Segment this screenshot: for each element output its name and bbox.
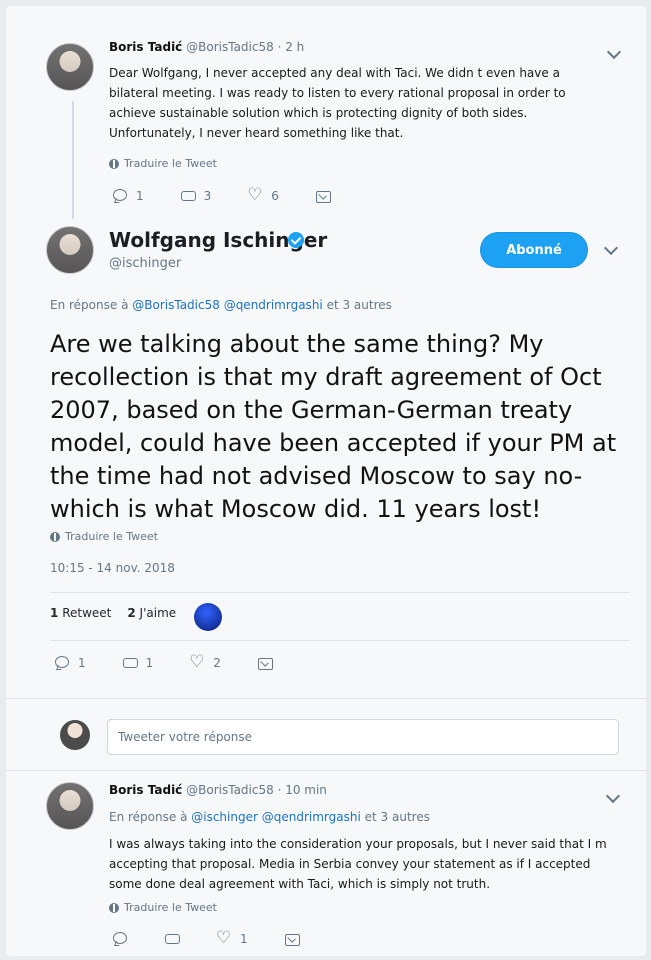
tweet-datetime[interactable]: 10:15 - 14 nov. 2018: [50, 561, 175, 575]
mention-link[interactable]: @BorisTadic58: [132, 298, 220, 312]
dm-icon: [315, 188, 331, 204]
globe-icon: [109, 902, 119, 913]
tweet-thread-screen: Boris Tadić @BorisTadic58 · 2 h Dear Wol…: [6, 6, 646, 956]
divider: [6, 770, 646, 771]
like-count: 1: [240, 932, 248, 946]
likes-label: J'aime: [139, 606, 177, 620]
translate-label: Traduire le Tweet: [124, 157, 217, 170]
verified-icon: [288, 232, 304, 248]
current-user-avatar[interactable]: [60, 720, 90, 750]
retweet-button[interactable]: [164, 931, 180, 947]
reply-context-prefix: En réponse à: [50, 298, 133, 312]
tweet-header: Boris Tadić @BorisTadic58 · 10 min: [109, 783, 327, 797]
reply-context-suffix[interactable]: et 3 autres: [361, 810, 430, 824]
reply-button[interactable]: 1: [54, 655, 86, 671]
tweet-time[interactable]: · 2 h: [278, 40, 305, 54]
tweet-time[interactable]: · 10 min: [278, 783, 327, 797]
reply-input[interactable]: Tweeter votre réponse: [107, 719, 619, 755]
tweet-actions: 1 3 6: [112, 185, 331, 205]
chevron-down-icon[interactable]: [605, 788, 621, 804]
divider: [50, 640, 630, 641]
globe-icon: [109, 158, 119, 169]
reply-context: En réponse à @BorisTadic58 @qendrimrgash…: [50, 298, 392, 312]
tweet-actions: 1: [112, 928, 300, 948]
like-count: 6: [271, 189, 279, 203]
main-tweet-actions: 1 1 2: [54, 652, 273, 672]
reply-button[interactable]: [112, 931, 128, 947]
like-button[interactable]: 2: [189, 652, 221, 672]
like-button[interactable]: 1: [216, 928, 248, 948]
retweet-icon: [180, 188, 196, 204]
retweet-button[interactable]: 1: [122, 655, 154, 671]
author-handle[interactable]: @BorisTadic58: [186, 783, 274, 797]
divider: [6, 698, 646, 699]
globe-icon: [50, 531, 60, 542]
tweet-text: I was always taking into the considerati…: [109, 837, 607, 891]
like-button[interactable]: 6: [247, 185, 279, 205]
translate-tweet-link[interactable]: Traduire le Tweet: [50, 530, 158, 543]
likes-count: 2: [127, 606, 136, 620]
retweet-button[interactable]: 3: [180, 188, 212, 204]
retweets-label: Retweet: [62, 606, 112, 620]
dm-icon: [284, 931, 300, 947]
mention-link[interactable]: @qendrimrgashi: [262, 810, 361, 824]
reply-icon: [112, 931, 128, 947]
retweets-count: 1: [50, 606, 59, 620]
translate-tweet-link[interactable]: Traduire le Tweet: [109, 157, 217, 170]
chevron-down-icon[interactable]: [606, 44, 622, 60]
reply-count: 1: [78, 656, 86, 670]
divider: [50, 592, 630, 593]
author-handle[interactable]: @BorisTadic58: [186, 40, 274, 54]
retweet-icon: [164, 931, 180, 947]
reply-context-suffix[interactable]: et 3 autres: [323, 298, 392, 312]
like-count: 2: [213, 656, 221, 670]
main-tweet-text: Are we talking about the same thing? My …: [50, 330, 617, 523]
tweet-header: Boris Tadić @BorisTadic58 · 2 h: [109, 40, 304, 54]
translate-label: Traduire le Tweet: [65, 530, 158, 543]
heart-icon: [216, 928, 232, 948]
reply-icon: [112, 188, 128, 204]
chevron-down-icon[interactable]: [603, 240, 619, 256]
message-button[interactable]: [315, 188, 331, 204]
translate-tweet-link[interactable]: Traduire le Tweet: [109, 901, 217, 914]
tweet-stats: 1 Retweet 2 J'aime: [50, 606, 176, 620]
likes-stat[interactable]: 2 J'aime: [127, 606, 176, 620]
reply-context-prefix: En réponse à: [109, 810, 192, 824]
liker-avatar[interactable]: [194, 603, 222, 631]
retweet-count: 1: [145, 656, 154, 670]
dm-icon: [257, 655, 273, 671]
following-button[interactable]: Abonné: [480, 232, 588, 268]
mention-link[interactable]: @qendrimrgashi: [224, 298, 323, 312]
thread-connector-line: [72, 101, 74, 219]
heart-icon: [247, 185, 263, 205]
retweets-stat[interactable]: 1 Retweet: [50, 606, 111, 620]
reply-icon: [54, 655, 70, 671]
message-button[interactable]: [257, 655, 273, 671]
mention-link[interactable]: @ischinger: [191, 810, 258, 824]
wolfgang-avatar[interactable]: [46, 226, 94, 274]
author-name[interactable]: Boris Tadić: [109, 40, 182, 54]
message-button[interactable]: [284, 931, 300, 947]
reply-count: 1: [136, 189, 144, 203]
boris-avatar[interactable]: [46, 782, 94, 830]
retweet-icon: [122, 655, 138, 671]
boris-avatar[interactable]: [46, 43, 94, 91]
reply-context: En réponse à @ischinger @qendrimrgashi e…: [109, 810, 430, 824]
author-name[interactable]: Boris Tadić: [109, 783, 182, 797]
tweet-text: Dear Wolfgang, I never accepted any deal…: [109, 66, 566, 140]
translate-label: Traduire le Tweet: [124, 901, 217, 914]
reply-button[interactable]: 1: [112, 188, 144, 204]
main-author-handle[interactable]: @ischinger: [109, 256, 181, 271]
heart-icon: [189, 652, 205, 672]
retweet-count: 3: [203, 189, 212, 203]
